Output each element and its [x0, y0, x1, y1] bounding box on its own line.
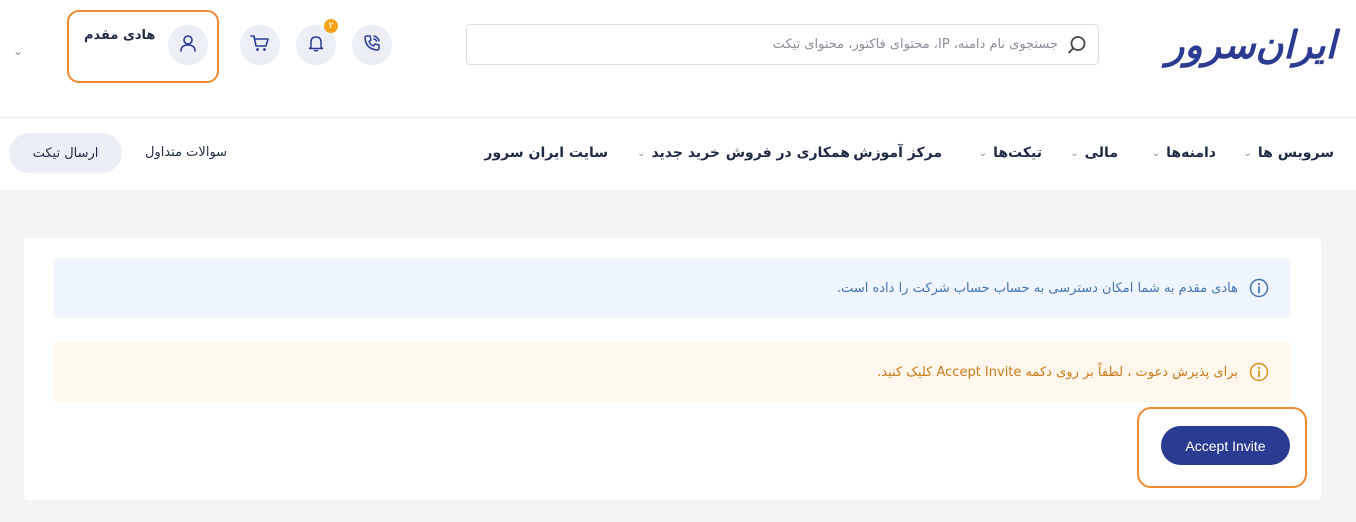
nav-item-tickets[interactable]: تیکت‌ها ⌄	[979, 145, 1042, 161]
warning-alert-text: برای پذیرش دعوت ، لطفاً بر روی دکمه Acce…	[877, 364, 1238, 380]
nav-item-iranserver-site[interactable]: سایت ایران سرور	[484, 145, 608, 161]
nav-item-label: مالی	[1084, 145, 1118, 161]
user-icon	[178, 33, 198, 57]
notification-count-badge: ۲	[324, 19, 338, 33]
main-nav: سرویس ها ⌄ دامنه‌ها ⌄ مالی ⌄ تیکت‌ها ⌄ م…	[0, 118, 1356, 190]
nav-item-label: سرویس ها	[1257, 145, 1334, 161]
accept-invite-button[interactable]: Accept Invite	[1161, 426, 1290, 465]
nav-item-label: سایت ایران سرور	[484, 145, 608, 161]
support-phone-button[interactable]	[352, 25, 392, 65]
info-icon	[1248, 277, 1270, 299]
user-avatar-button[interactable]	[168, 25, 208, 65]
chevron-down-icon: ⌄	[1243, 147, 1252, 159]
search-input[interactable]	[467, 37, 1058, 52]
top-header: ایران‌سرور ۲ هادی مقدم ⌄	[0, 0, 1356, 118]
cart-button[interactable]	[240, 25, 280, 65]
site-logo[interactable]: ایران‌سرور	[1166, 22, 1338, 68]
chevron-down-icon: ⌄	[637, 147, 646, 159]
bell-icon	[306, 33, 326, 57]
nav-item-affiliate[interactable]: همکاری در فروش	[726, 145, 850, 161]
send-ticket-button[interactable]: ارسال تیکت	[9, 133, 122, 173]
phone-call-icon	[362, 33, 382, 57]
chevron-down-icon[interactable]: ⌄	[13, 44, 23, 58]
notifications-button[interactable]: ۲	[296, 19, 338, 65]
nav-item-finance[interactable]: مالی ⌄	[1070, 145, 1118, 161]
nav-item-learning-center[interactable]: مرکز آموزش	[853, 145, 942, 161]
search-icon[interactable]	[1066, 34, 1088, 56]
nav-item-label: دامنه‌ها	[1166, 145, 1216, 161]
search-bar	[466, 24, 1099, 65]
cart-icon	[249, 33, 271, 57]
info-icon	[1248, 361, 1270, 383]
chevron-down-icon: ⌄	[1070, 147, 1079, 159]
chevron-down-icon: ⌄	[978, 147, 988, 159]
faq-link[interactable]: سوالات متداول	[145, 145, 227, 160]
nav-item-new-purchase[interactable]: خرید جدید ⌄	[637, 145, 720, 161]
nav-item-label: خرید جدید	[651, 145, 720, 161]
warning-alert: برای پذیرش دعوت ، لطفاً بر روی دکمه Acce…	[54, 342, 1290, 402]
chevron-down-icon: ⌄	[1151, 147, 1161, 159]
user-name[interactable]: هادی مقدم	[84, 28, 155, 43]
invite-card: هادی مقدم به شما امکان دسترسی به حساب حس…	[24, 238, 1321, 500]
nav-item-domains[interactable]: دامنه‌ها ⌄	[1152, 145, 1216, 161]
info-alert-text: هادی مقدم به شما امکان دسترسی به حساب حس…	[836, 280, 1238, 296]
nav-item-label: مرکز آموزش	[853, 145, 942, 161]
nav-item-services[interactable]: سرویس ها ⌄	[1244, 145, 1334, 161]
info-alert: هادی مقدم به شما امکان دسترسی به حساب حس…	[54, 258, 1290, 318]
nav-item-label: تیکت‌ها	[993, 145, 1042, 161]
nav-item-label: همکاری در فروش	[725, 145, 850, 161]
